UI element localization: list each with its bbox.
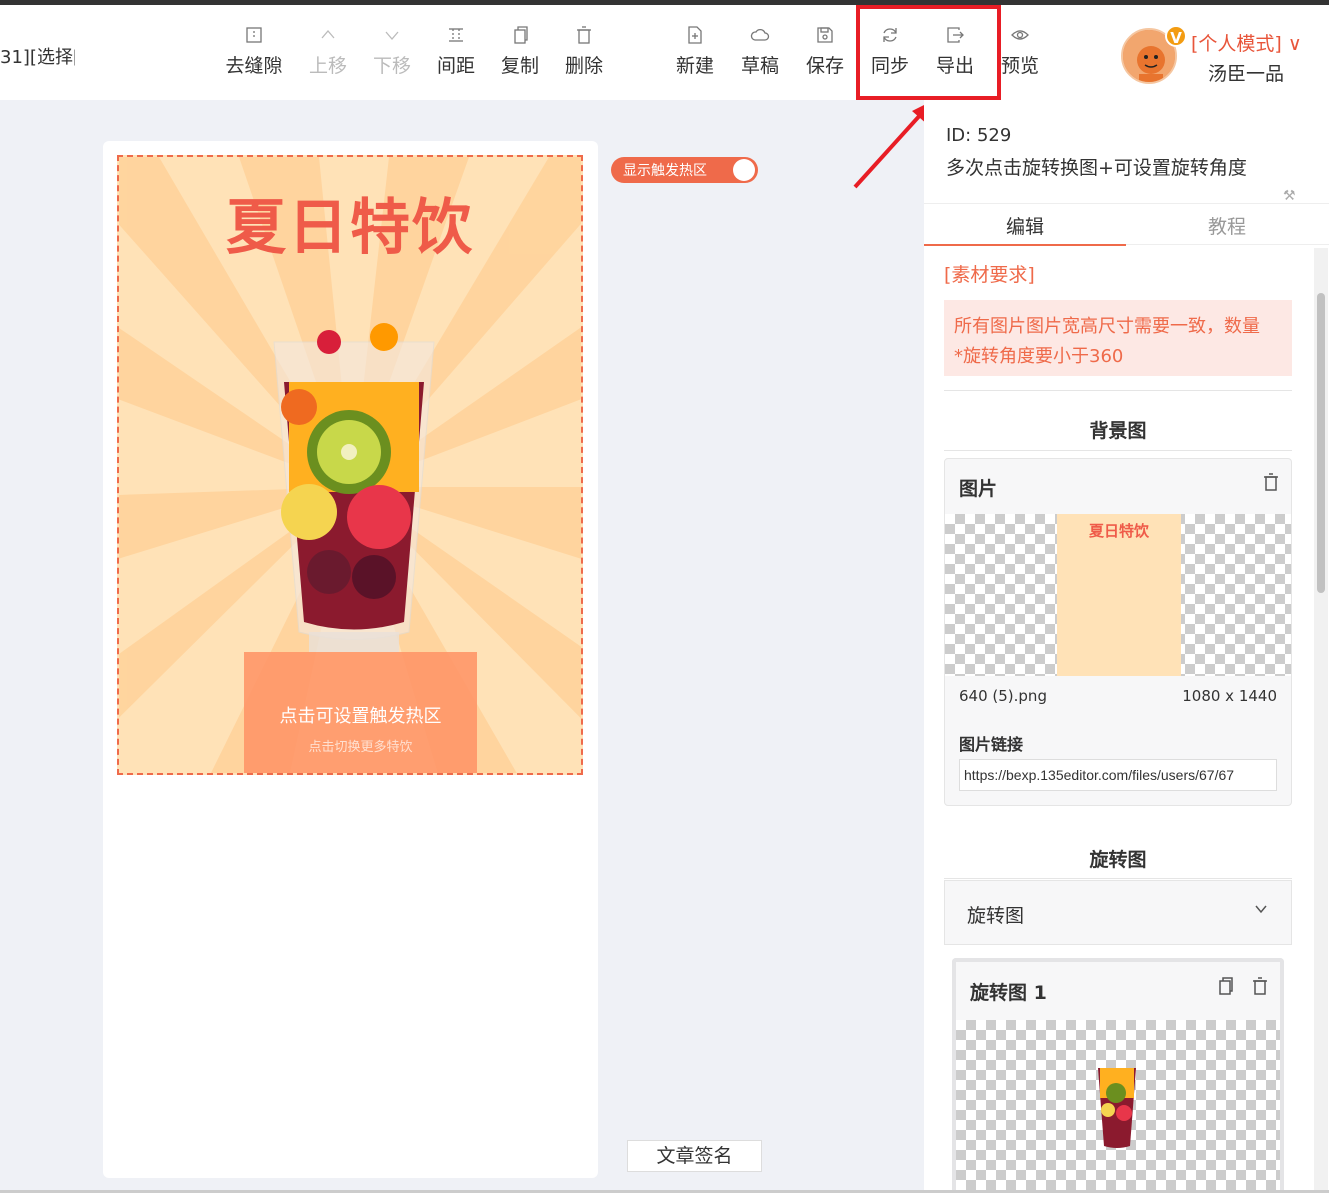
image-filename: 640 (5).png: [959, 687, 1047, 705]
image-link-label: 图片链接: [959, 735, 1024, 754]
copy-icon[interactable]: [1216, 976, 1236, 1000]
save-label: 保存: [805, 55, 844, 77]
move-down-button[interactable]: 下移: [360, 25, 424, 78]
spacing-icon: [424, 25, 488, 47]
rotate-image-thumbnail[interactable]: [956, 1020, 1280, 1193]
show-hotspot-toggle[interactable]: 显示触发热区: [611, 157, 758, 183]
spacing-label: 间距: [436, 55, 475, 77]
requirements-label: [素材要求]: [944, 264, 1035, 286]
background-section-title: 背景图: [1089, 420, 1147, 442]
active-tab-indicator: [924, 244, 1126, 246]
chevron-down-icon: [1253, 901, 1269, 921]
divider: [944, 390, 1292, 391]
arrow-down-icon: [360, 25, 424, 47]
rotate-dropdown-label: 旋转图: [967, 905, 1025, 927]
divider: [944, 450, 1292, 451]
image-dimensions: 1080 x 1440: [1182, 687, 1277, 705]
trash-icon: [552, 25, 616, 47]
settings-panel: ID: 529 多次点击旋转换图+可设置旋转角度 ⚒ 编辑 教程 [素材要求] …: [924, 100, 1329, 1193]
background-thumbnail[interactable]: 夏日特饮: [945, 514, 1291, 676]
arrow-up-icon: [296, 25, 360, 47]
poster-title: 夏日特饮: [226, 193, 474, 263]
copy-button[interactable]: 复制: [488, 25, 552, 78]
hotspot-title: 点击可设置触发热区: [279, 706, 442, 727]
move-up-label: 上移: [308, 55, 347, 77]
tab-edit[interactable]: 编辑: [924, 212, 1126, 239]
rotate-dropdown[interactable]: 旋转图: [944, 880, 1292, 945]
requirements-box: 所有图片图片宽高尺寸需要一致，数量 *旋转角度要小于360: [944, 300, 1292, 376]
poster[interactable]: 夏日特饮 点击可设置触发热区 点击切换更多特饮: [117, 155, 583, 775]
delete-label: 删除: [564, 55, 603, 77]
tab-tutorial[interactable]: 教程: [1126, 212, 1328, 239]
mode-dropdown[interactable]: [个人模式] ∨: [1191, 29, 1302, 56]
new-button[interactable]: 新建: [663, 25, 727, 78]
requirements-line-1: 所有图片图片宽高尺寸需要一致，数量: [954, 316, 1260, 337]
image-link-input[interactable]: [959, 759, 1277, 791]
requirements-line-2: *旋转角度要小于360: [954, 346, 1124, 367]
drink-thumbnail-icon: [1098, 1068, 1136, 1148]
move-down-label: 下移: [372, 55, 411, 77]
new-label: 新建: [675, 55, 714, 77]
copy-icon: [488, 25, 552, 47]
divider: [944, 878, 1292, 879]
template-id: ID: 529: [946, 125, 1012, 146]
new-file-icon: [663, 25, 727, 47]
template-name: 多次点击旋转换图+可设置旋转角度: [946, 157, 1247, 179]
cloud-icon: [728, 25, 792, 47]
save-icon: [793, 25, 857, 47]
rotate-section-title: 旋转图: [1089, 849, 1147, 871]
save-button[interactable]: 保存: [793, 25, 857, 78]
mode-label: [个人模式]: [1191, 33, 1282, 55]
hotspot-subtitle: 点击切换更多特饮: [308, 740, 413, 755]
article-signature-button[interactable]: 文章签名: [627, 1140, 762, 1172]
rotate-item-label: 旋转图 1: [970, 982, 1047, 1004]
image-card-header: 图片: [959, 478, 998, 500]
remove-gap-button[interactable]: 去缝隙: [222, 25, 286, 78]
trash-icon[interactable]: [1261, 472, 1281, 496]
annotation-highlight-box: [856, 5, 1001, 100]
scrollbar-thumb[interactable]: [1317, 293, 1325, 593]
panel-tabs: 编辑 教程: [924, 203, 1329, 246]
chevron-down-icon: ∨: [1287, 33, 1302, 55]
document-title[interactable]: 31][选择[: [0, 43, 75, 69]
username: 汤臣一品: [1208, 63, 1285, 85]
toggle-knob: [733, 159, 755, 181]
copy-label: 复制: [500, 55, 539, 77]
delete-button[interactable]: 删除: [552, 25, 616, 78]
scrollbar[interactable]: [1314, 248, 1328, 1193]
background-image-card: 图片 夏日特饮 640 (5).png 1080 x 1440 图片链接: [944, 458, 1292, 806]
draft-label: 草稿: [740, 55, 779, 77]
vip-badge: V: [1165, 25, 1187, 47]
move-up-button[interactable]: 上移: [296, 25, 360, 78]
tools-icon[interactable]: ⚒: [1283, 188, 1296, 204]
toolbar: 31][选择[ 去缝隙 上移 下移 间距 复制 删除 新建 草稿 保存 同步 导…: [0, 5, 1329, 100]
fruit-drink-image: [273, 323, 435, 652]
poster-thumbnail: 夏日特饮: [1057, 514, 1181, 676]
thumbnail-title: 夏日特饮: [1088, 522, 1149, 540]
toggle-label: 显示触发热区: [623, 163, 707, 179]
remove-gap-label: 去缝隙: [225, 55, 283, 77]
spacing-button[interactable]: 间距: [424, 25, 488, 78]
trash-icon[interactable]: [1250, 976, 1270, 1000]
hotspot-area[interactable]: 点击可设置触发热区 点击切换更多特饮: [244, 652, 477, 773]
gap-icon: [222, 25, 286, 47]
rotate-image-card: 旋转图 1: [952, 958, 1284, 1193]
draft-button[interactable]: 草稿: [728, 25, 792, 78]
